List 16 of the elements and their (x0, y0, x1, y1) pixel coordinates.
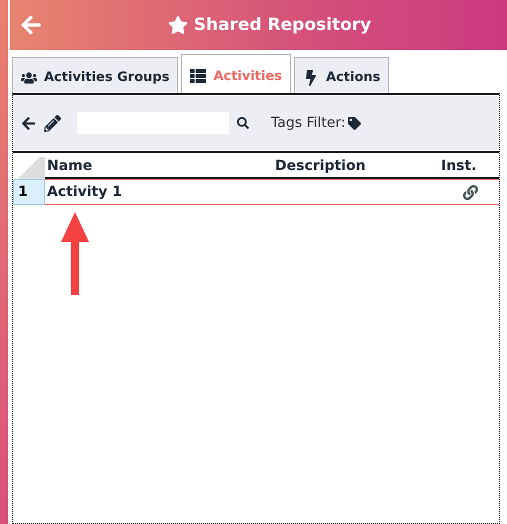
tags-filter-label: Tags Filter: (271, 115, 346, 131)
column-header[interactable]: Name (45, 158, 273, 179)
tag-icon[interactable] (348, 116, 361, 130)
column-header[interactable]: Inst. (439, 158, 499, 179)
table-cell: Activity 1 (45, 179, 273, 205)
tab[interactable]: Activities Groups (12, 57, 178, 97)
search-icon[interactable] (237, 117, 249, 129)
window-title: Shared Repository (194, 15, 372, 35)
column-header[interactable]: Description (273, 158, 439, 179)
people-icon (21, 70, 37, 86)
edit-icon[interactable] (44, 114, 61, 132)
link-icon[interactable] (462, 184, 478, 200)
row-number: 1 (13, 179, 45, 205)
star-icon (168, 15, 188, 35)
list-icon (190, 68, 206, 84)
back-icon[interactable] (21, 116, 36, 130)
